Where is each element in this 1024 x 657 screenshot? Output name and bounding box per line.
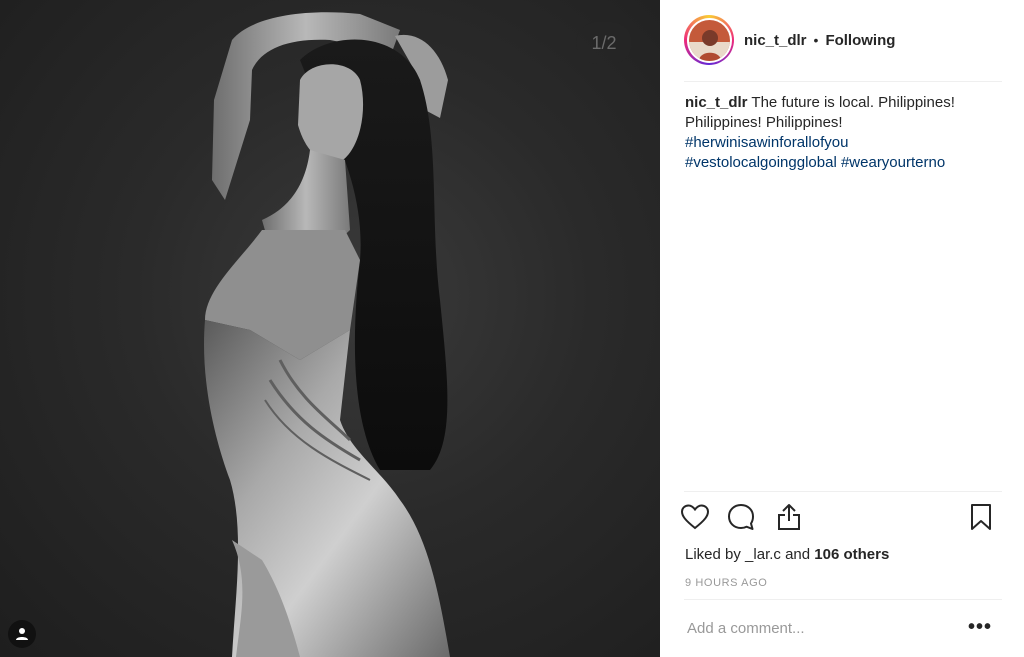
- avatar-image: [688, 19, 730, 61]
- post-timestamp[interactable]: 9 HOURS AGO: [685, 577, 767, 589]
- post-image[interactable]: 1/2: [0, 0, 660, 657]
- comment-icon: [728, 504, 754, 530]
- following-button[interactable]: Following: [825, 32, 895, 49]
- likes-middle: and: [785, 546, 811, 563]
- header-separator: •: [813, 32, 819, 48]
- likes-count-link[interactable]: 106 others: [814, 546, 889, 563]
- portrait-illustration: [204, 12, 450, 657]
- post-caption: nic_t_dlr The future is local. Philippin…: [685, 93, 985, 173]
- header-divider: [684, 81, 1002, 82]
- like-button[interactable]: [678, 500, 712, 534]
- more-options-button[interactable]: •••: [968, 616, 992, 639]
- actions-divider: [684, 491, 1002, 492]
- header-username[interactable]: nic_t_dlr: [744, 32, 807, 49]
- post-side-panel: nic_t_dlr • Following nic_t_dlr The futu…: [660, 0, 1024, 657]
- comment-divider: [684, 599, 1002, 600]
- caption-username[interactable]: nic_t_dlr: [685, 94, 748, 111]
- likes-user-link[interactable]: _lar.c: [745, 546, 781, 563]
- likes-prefix: Liked by: [685, 546, 741, 563]
- share-button[interactable]: [772, 500, 806, 534]
- hashtag-link[interactable]: #herwinisawinforallofyou: [685, 133, 985, 153]
- comment-button[interactable]: [724, 500, 758, 534]
- post-header: nic_t_dlr • Following: [660, 0, 1024, 80]
- comment-input[interactable]: Add a comment...: [687, 620, 805, 637]
- tagged-people-button[interactable]: [8, 620, 36, 648]
- slide-counter: 1/2: [576, 22, 632, 64]
- heart-icon: [681, 504, 709, 530]
- save-button[interactable]: [964, 500, 998, 534]
- hashtag-link[interactable]: #vestolocalgoingglobal: [685, 154, 837, 171]
- likes-summary: Liked by _lar.c and 106 others: [685, 546, 889, 563]
- hashtag-link[interactable]: #wearyourterno: [841, 154, 945, 171]
- avatar[interactable]: [684, 15, 734, 65]
- person-icon: [16, 628, 28, 640]
- post-actions: [678, 500, 998, 538]
- share-icon: [778, 504, 800, 530]
- bookmark-icon: [971, 504, 991, 530]
